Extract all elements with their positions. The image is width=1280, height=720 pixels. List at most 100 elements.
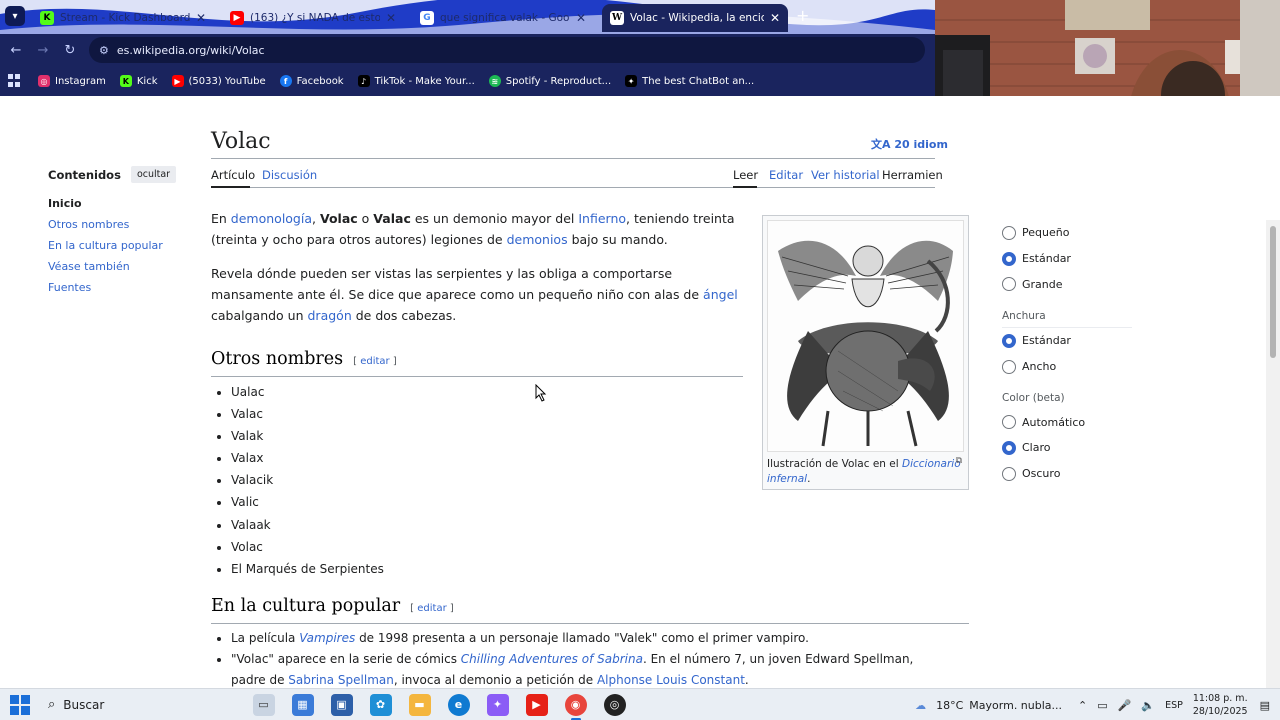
radio-button[interactable] [1002, 466, 1016, 481]
link-sabrina-spellman[interactable]: Sabrina Spellman [288, 673, 394, 687]
tab-history[interactable]: Ver historial [811, 168, 880, 182]
bookmark-chatbot[interactable]: ✦ The best ChatBot an... [625, 75, 754, 87]
color-label: Color (beta) [1002, 392, 1065, 405]
link-infierno[interactable]: Infierno [578, 211, 626, 226]
toc-item-inicio[interactable]: Inicio [48, 197, 208, 210]
apps-grid-icon[interactable] [8, 74, 22, 88]
radio-color-auto[interactable]: Automático [990, 409, 1140, 435]
page-scrollbar[interactable] [1266, 220, 1280, 688]
link-demonologia[interactable]: demonología [231, 211, 312, 226]
edge-icon[interactable]: e [447, 693, 470, 716]
toc-item-cultura-popular[interactable]: En la cultura popular [48, 239, 208, 252]
link-alphonse-louis-constant[interactable]: Alphonse Louis Constant [597, 673, 745, 687]
weather-icon[interactable]: ☁ [915, 699, 926, 712]
toc-item-vease-tambien[interactable]: Véase también [48, 260, 208, 273]
tab-search-button[interactable]: ▾ [5, 6, 25, 26]
microphone-icon[interactable]: 🎤 [1118, 699, 1132, 712]
photos-icon[interactable]: ✿ [369, 693, 392, 716]
section-edit-link[interactable]: [ editar ] [353, 356, 397, 367]
bookmark-label: The best ChatBot an... [642, 75, 755, 87]
text: bajo su mando. [567, 232, 668, 247]
link-vampires[interactable]: Vampires [299, 631, 355, 645]
copilot-icon[interactable]: ✦ [486, 693, 509, 716]
volume-icon[interactable]: 🔈 [1141, 699, 1155, 712]
radio-text-size-standard[interactable]: Estándar [990, 246, 1140, 272]
list-item: "Volac" aparece en la serie de cómics Ch… [231, 649, 951, 688]
search-icon: ⌕ [48, 697, 56, 712]
forward-icon[interactable]: → [32, 39, 54, 61]
input-language[interactable]: ESP [1165, 700, 1183, 711]
file-explorer-icon[interactable]: ▬ [408, 693, 431, 716]
bookmark-label: Facebook [296, 75, 344, 87]
radio-button[interactable] [1002, 251, 1016, 266]
bookmark-spotify[interactable]: ≋ Spotify - Reproduct... [488, 75, 611, 87]
close-tab-icon[interactable]: ✕ [770, 11, 780, 25]
toc-hide-button[interactable]: ocultar [130, 166, 177, 183]
new-tab-icon[interactable]: + [796, 6, 809, 25]
radio-button[interactable] [1002, 277, 1016, 292]
windows-taskbar: ⌕ Buscar ▭ ▦ ▣ ✿ ▬ e ✦ ▶ ◉ ◎ ☁ 18°C Mayo… [0, 688, 1280, 720]
radio-button[interactable] [1002, 359, 1016, 374]
scrollbar-thumb[interactable] [1270, 226, 1276, 358]
notifications-icon[interactable]: ▤ [1260, 699, 1270, 712]
radio-button[interactable] [1002, 415, 1016, 430]
link-chilling-adventures[interactable]: Chilling Adventures of Sabrina [461, 652, 643, 666]
youtube-app-icon[interactable]: ▶ [525, 693, 548, 716]
radio-button[interactable] [1002, 225, 1016, 240]
tab-tools[interactable]: Herramien [882, 168, 943, 182]
toc-item-otros-nombres[interactable]: Otros nombres [48, 218, 208, 231]
wikipedia-page: Volac 文A 20 idiom Artículo Discusión Lee… [0, 96, 1280, 688]
taskbar-search[interactable]: ⌕ Buscar [48, 697, 208, 712]
radio-width-standard[interactable]: Estándar [990, 328, 1140, 354]
site-info-icon[interactable]: ⚙ [99, 44, 109, 57]
edit-link-text[interactable]: editar [360, 356, 389, 367]
enlarge-icon[interactable]: ⧉ [956, 456, 962, 466]
tab-wikipedia[interactable]: W Volac - Wikipedia, la enciclopec ✕ [602, 4, 788, 32]
infobox-image[interactable] [767, 220, 964, 452]
chevron-up-icon[interactable]: ⌃ [1078, 699, 1087, 712]
intro-paragraph-1: En demonología, Volac o Valac es un demo… [211, 208, 741, 250]
close-tab-icon[interactable]: ✕ [386, 11, 396, 25]
close-tab-icon[interactable]: ✕ [196, 11, 206, 25]
edit-link-text[interactable]: editar [417, 603, 446, 614]
address-bar[interactable]: ⚙ es.wikipedia.org/wiki/Volac [89, 37, 925, 63]
bookmark-tiktok[interactable]: ♪ TikTok - Make Your... [357, 75, 475, 87]
system-tray: ☁ 18°C Mayorm. nubla... ⌃ ▭ 🎤 🔈 ESP 11:0… [915, 689, 1280, 720]
reload-icon[interactable]: ↻ [59, 39, 81, 61]
tab-youtube[interactable]: ▶ (163) ¿Y si NADA de esto fue R ✕ [222, 4, 404, 32]
toc-item-fuentes[interactable]: Fuentes [48, 281, 208, 294]
obs-icon[interactable]: ◎ [603, 693, 626, 716]
bookmark-instagram[interactable]: ◎ Instagram [38, 75, 106, 87]
text: . [807, 473, 811, 485]
tab-edit[interactable]: Editar [769, 168, 803, 182]
tab-read[interactable]: Leer [733, 168, 758, 182]
bookmark-kick[interactable]: K Kick [119, 75, 158, 87]
language-button[interactable]: 文A 20 idiom [871, 136, 948, 152]
radio-color-light[interactable]: Claro [990, 435, 1140, 461]
bookmark-facebook[interactable]: f Facebook [279, 75, 344, 87]
link-dragon[interactable]: dragón [308, 308, 352, 323]
chrome-icon[interactable]: ◉ [564, 693, 587, 720]
link-angel[interactable]: ángel [703, 287, 738, 302]
radio-button[interactable] [1002, 440, 1016, 455]
tab-discussion[interactable]: Discusión [262, 168, 317, 182]
radio-text-size-small[interactable]: Pequeño [990, 220, 1140, 246]
link-demonios[interactable]: demonios [507, 232, 568, 247]
tab-kick[interactable]: K Stream - Kick Dashboard ✕ [32, 4, 214, 32]
bookmark-youtube[interactable]: ▶ (5033) YouTube [171, 75, 266, 87]
close-tab-icon[interactable]: ✕ [576, 11, 586, 25]
radio-width-wide[interactable]: Ancho [990, 354, 1140, 380]
back-icon[interactable]: ← [5, 39, 27, 61]
windows-start-icon[interactable] [10, 694, 30, 715]
battery-icon[interactable]: ▭ [1097, 699, 1107, 712]
radio-button[interactable] [1002, 333, 1016, 348]
clock[interactable]: 11:08 p. m. 28/10/2025 [1193, 692, 1248, 718]
radio-color-dark[interactable]: Oscuro [990, 461, 1140, 487]
tab-article[interactable]: Artículo [211, 168, 255, 182]
store-icon[interactable]: ▣ [330, 693, 353, 716]
section-edit-link[interactable]: [ editar ] [410, 603, 454, 614]
radio-text-size-large[interactable]: Grande [990, 271, 1140, 297]
tab-google[interactable]: G que significa valak - Google Se ✕ [412, 4, 594, 32]
widgets-icon[interactable]: ▦ [291, 693, 314, 716]
task-view-icon[interactable]: ▭ [252, 693, 275, 716]
